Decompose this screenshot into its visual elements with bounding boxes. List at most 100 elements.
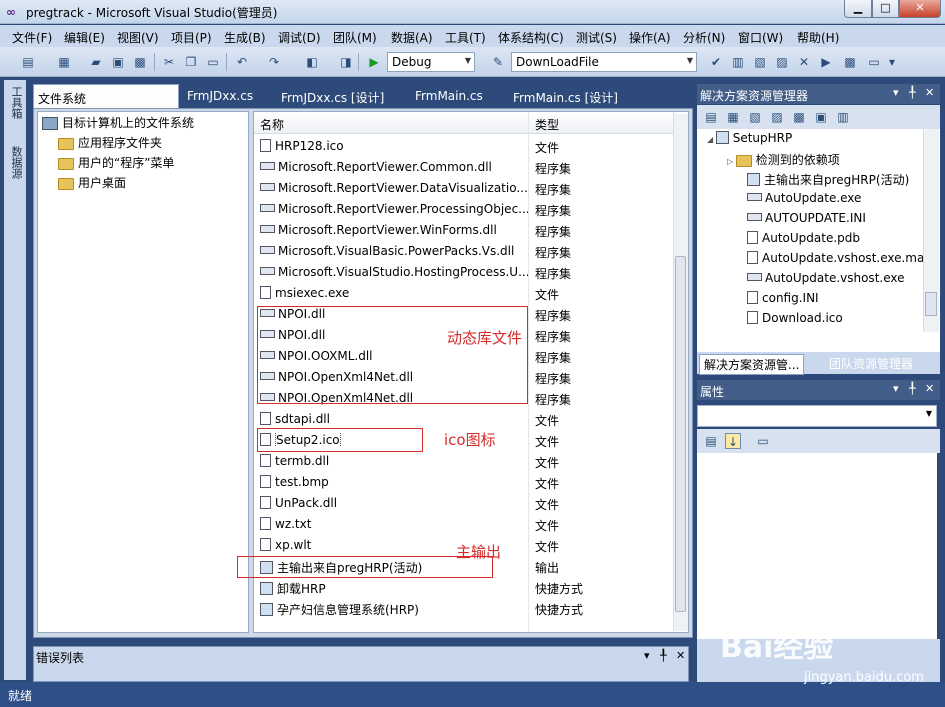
close-icon[interactable]: ✕ xyxy=(925,382,934,395)
tab-frmjdxx-cs[interactable]: FrmJDxx.cs xyxy=(183,84,257,108)
dropdown-icon[interactable]: ▾ xyxy=(644,649,650,662)
tab-solution-explorer[interactable]: 解决方案资源管... xyxy=(699,354,805,375)
menu-view[interactable]: 视图(V) xyxy=(117,29,159,46)
property-pages-icon[interactable]: ▭ xyxy=(755,433,771,449)
menu-debug[interactable]: 调试(D) xyxy=(278,29,321,46)
tab-frmjdxx-design[interactable]: FrmJDxx.cs [设计] xyxy=(277,84,388,108)
save-all-icon[interactable]: ▩ xyxy=(132,54,148,70)
datasource-tab[interactable]: 数据源 xyxy=(6,146,24,179)
start-debug-icon[interactable]: ▶ xyxy=(366,54,382,70)
tree-item[interactable]: Download.ico xyxy=(747,311,843,331)
navigate-forward-icon[interactable]: ◨ xyxy=(338,54,354,70)
copy-icon[interactable]: ❐ xyxy=(183,54,199,70)
file-system-editor-icon[interactable]: ▨ xyxy=(769,109,785,125)
add-item-icon[interactable]: ▦ xyxy=(56,54,72,70)
list-item[interactable]: HRP128.ico 文件 xyxy=(254,136,674,157)
refresh-icon[interactable]: ▧ xyxy=(747,109,763,125)
dropdown-icon[interactable]: ▾ xyxy=(893,86,899,99)
menu-architecture[interactable]: 体系结构(C) xyxy=(498,29,564,46)
list-item[interactable]: Microsoft.VisualBasic.PowerPacks.Vs.dll 程… xyxy=(254,241,674,262)
tab-frmmain-design[interactable]: FrmMain.cs [设计] xyxy=(509,84,622,108)
tree-item-project[interactable]: ◢ SetupHRP xyxy=(707,131,792,151)
menu-tools[interactable]: 工具(T) xyxy=(445,29,486,46)
solution-tree-hscroll[interactable] xyxy=(697,332,940,352)
list-item[interactable]: 孕产妇信息管理系统(HRP) 快捷方式 xyxy=(254,598,674,619)
list-item[interactable]: wz.txt 文件 xyxy=(254,514,674,535)
list-item[interactable]: 卸载HRP 快捷方式 xyxy=(254,577,674,598)
navigate-backward-icon[interactable]: ◧ xyxy=(304,54,320,70)
list-item[interactable]: Microsoft.ReportViewer.DataVisualizatio.… xyxy=(254,178,674,199)
column-header-name[interactable]: 名称 xyxy=(254,112,529,134)
pin-icon[interactable]: ╀ xyxy=(909,382,916,395)
file-types-editor-icon[interactable]: ▣ xyxy=(813,109,829,125)
export-icon[interactable]: ▶ xyxy=(818,54,834,70)
tree-item[interactable]: AutoUpdate.vshost.exe.ma xyxy=(747,251,924,271)
paste-icon[interactable]: ▭ xyxy=(205,54,221,70)
list-item[interactable]: sdtapi.dll 文件 xyxy=(254,409,674,430)
find-in-files-icon[interactable]: ✎ xyxy=(490,54,506,70)
registry-editor-icon[interactable]: ▩ xyxy=(791,109,807,125)
undo-icon[interactable]: ↶ xyxy=(234,54,250,70)
close-button[interactable]: ✕ xyxy=(899,0,941,18)
open-file-icon[interactable]: ▰ xyxy=(88,54,104,70)
ui-editor-icon[interactable]: ▥ xyxy=(835,109,851,125)
tree-item[interactable]: config.INI xyxy=(747,291,819,311)
cut-icon[interactable]: ✂ xyxy=(161,54,177,70)
list-item[interactable]: Microsoft.ReportViewer.Common.dll 程序集 xyxy=(254,157,674,178)
toolbox-tab[interactable]: 工具箱 xyxy=(6,86,24,119)
window-layout-icon[interactable]: ▭ xyxy=(866,54,882,70)
list-item[interactable]: test.bmp 文件 xyxy=(254,472,674,493)
extension-icon[interactable]: ▩ xyxy=(842,54,858,70)
list-item[interactable]: Microsoft.ReportViewer.WinForms.dll 程序集 xyxy=(254,220,674,241)
solution-config-select[interactable]: Debug ▼ xyxy=(387,52,475,72)
find-target-combo[interactable]: DownLoadFile ▼ xyxy=(511,52,697,72)
list-item[interactable]: UnPack.dll 文件 xyxy=(254,493,674,514)
tree-item[interactable]: AutoUpdate.pdb xyxy=(747,231,860,251)
dropdown-icon[interactable]: ▾ xyxy=(893,382,899,395)
redo-icon[interactable]: ↷ xyxy=(266,54,282,70)
tab-team-explorer[interactable]: 团队资源管理器 xyxy=(825,354,917,373)
close-icon[interactable]: ✕ xyxy=(676,649,685,662)
list-item[interactable]: termb.dll 文件 xyxy=(254,451,674,472)
show-all-files-icon[interactable]: ▦ xyxy=(725,109,741,125)
pin-icon[interactable]: ╀ xyxy=(660,649,667,662)
tab-file-system[interactable]: 文件系统 (SetupHRP)✕ xyxy=(33,84,179,121)
menu-file[interactable]: 文件(F) xyxy=(12,29,52,46)
tools-icon[interactable]: ✕ xyxy=(796,54,812,70)
list-item[interactable]: Microsoft.ReportViewer.ProcessingObjec..… xyxy=(254,199,674,220)
maximize-button[interactable]: □ xyxy=(872,0,899,18)
properties-icon[interactable]: ▥ xyxy=(730,54,746,70)
save-icon[interactable]: ▣ xyxy=(110,54,126,70)
menu-data[interactable]: 数据(A) xyxy=(391,29,433,46)
tree-item-primary-output[interactable]: 主输出来自pregHRP(活动) xyxy=(747,171,909,191)
tree-item-app-folder[interactable]: 应用程序文件夹 xyxy=(58,134,162,154)
tree-root[interactable]: 目标计算机上的文件系统 xyxy=(42,114,194,134)
column-header-type[interactable]: 类型 xyxy=(529,112,674,134)
tree-item[interactable]: AutoUpdate.exe xyxy=(747,191,861,211)
properties-icon[interactable]: ▤ xyxy=(703,109,719,125)
minimize-button[interactable]: ▁ xyxy=(844,0,872,18)
tree-item-programs-menu[interactable]: 用户的“程序”菜单 xyxy=(58,154,174,174)
menu-action[interactable]: 操作(A) xyxy=(629,29,671,46)
scrollbar-thumb[interactable] xyxy=(925,292,937,316)
menu-project[interactable]: 项目(P) xyxy=(171,29,212,46)
menu-test[interactable]: 测试(S) xyxy=(576,29,617,46)
alphabetical-icon[interactable]: ↓ xyxy=(725,433,741,449)
list-item[interactable]: Microsoft.VisualStudio.HostingProcess.U.… xyxy=(254,262,674,283)
properties-object-select[interactable]: ▼ xyxy=(697,405,937,427)
new-project-icon[interactable]: ▤ xyxy=(20,54,36,70)
tree-item[interactable]: AUTOUPDATE.INI xyxy=(747,211,866,231)
tree-item[interactable]: AutoUpdate.vshost.exe xyxy=(747,271,905,291)
menu-build[interactable]: 生成(B) xyxy=(224,29,266,46)
menu-help[interactable]: 帮助(H) xyxy=(797,29,839,46)
solution-explorer-icon[interactable]: ✔ xyxy=(708,54,724,70)
menu-window[interactable]: 窗口(W) xyxy=(738,29,783,46)
menu-team[interactable]: 团队(M) xyxy=(333,29,377,46)
toolbox-icon[interactable]: ▨ xyxy=(774,54,790,70)
scrollbar-thumb[interactable] xyxy=(675,256,686,612)
pin-icon[interactable]: ╀ xyxy=(909,86,916,99)
tab-frmmain-cs[interactable]: FrmMain.cs xyxy=(411,84,487,108)
menu-analyze[interactable]: 分析(N) xyxy=(683,29,725,46)
object-browser-icon[interactable]: ▧ xyxy=(752,54,768,70)
tree-item-dependencies[interactable]: ▷ 检测到的依赖项 xyxy=(727,151,840,171)
